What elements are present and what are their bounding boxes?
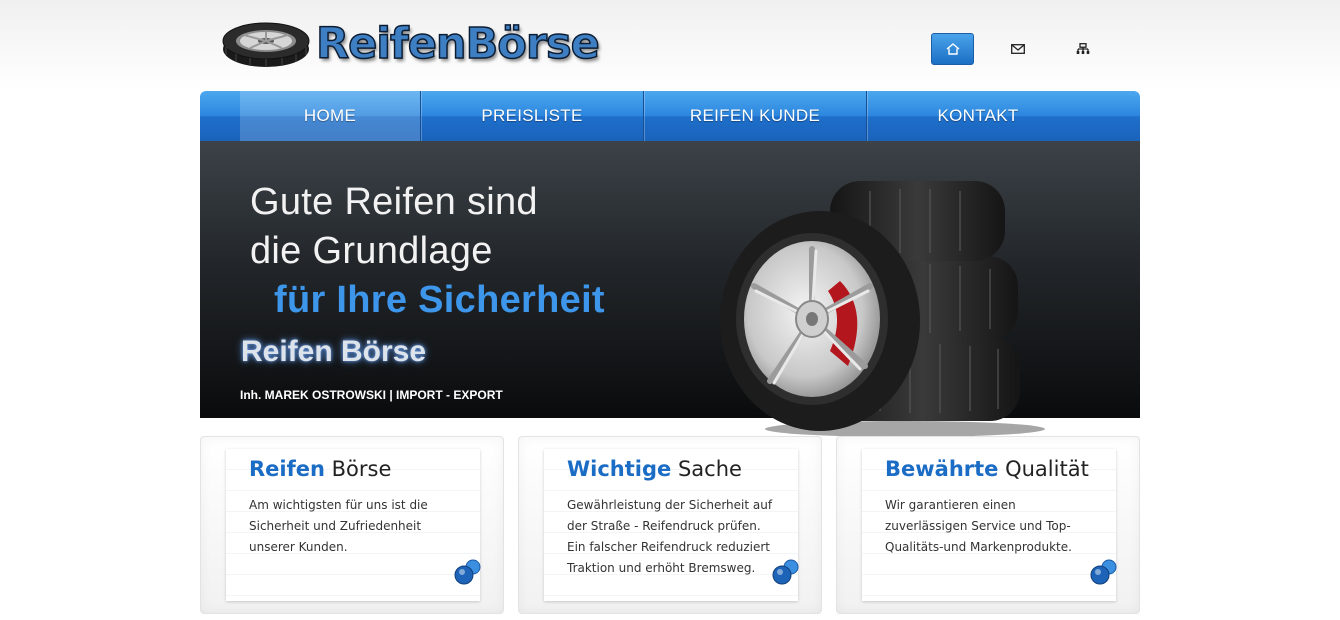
pushpin-icon [454, 559, 481, 585]
tire-logo-icon [222, 19, 310, 69]
nav-item-home[interactable]: HOME [240, 91, 420, 146]
info-card-bewaehrte-qualitaet: Bewährte Qualität Wir garantieren einen … [836, 436, 1140, 614]
hero-headline-line-2: die Grundlage [250, 230, 493, 272]
card-title-highlight: Bewährte [885, 457, 999, 481]
card-title-rest: Börse [324, 457, 392, 481]
pushpin-icon [1090, 559, 1117, 585]
card-text: Am wichtigsten für uns ist die Sicherhei… [249, 498, 428, 554]
hero-headline-line-1: Gute Reifen sind [250, 181, 538, 223]
card-title: Wichtige Sache [567, 457, 742, 481]
card-text: Gewährleistung der Sicherheit auf der St… [567, 498, 773, 575]
hero-banner: Gute Reifen sind die Grundlage für Ihre … [200, 141, 1140, 436]
nav-item-kontakt[interactable]: KONTAKT [867, 91, 1089, 141]
card-title-highlight: Wichtige [567, 457, 672, 481]
logo-text: ReifenBörse [315, 18, 600, 70]
card-title: Bewährte Qualität [885, 457, 1089, 481]
mail-icon-button[interactable] [996, 33, 1039, 65]
tire-stack-image [720, 181, 1045, 436]
info-card-reifen-boerse: Reifen Börse Am wichtigsten für uns ist … [200, 436, 504, 614]
site-logo[interactable]: ReifenBörse [222, 14, 601, 74]
nav-item-label: KONTAKT [937, 106, 1019, 125]
mail-icon [1010, 44, 1025, 54]
nav-item-label: HOME [303, 106, 357, 125]
pushpin-icon [772, 559, 799, 585]
nav-item-reifen-kunde[interactable]: REIFEN KUNDE [644, 91, 866, 141]
home-icon-button[interactable] [931, 33, 974, 65]
hero-owner-line: Inh. MAREK OSTROWSKI | IMPORT - EXPORT [240, 388, 503, 402]
sitemap-icon-button[interactable] [1061, 33, 1104, 65]
nav-item-label: PREISLISTE [481, 106, 583, 125]
sitemap-icon [1076, 43, 1089, 54]
card-text: Wir garantieren einen zuverlässigen Serv… [885, 498, 1072, 554]
hero-headline-line-3: für Ihre Sicherheit [274, 279, 605, 321]
top-icon-bar [931, 33, 1104, 65]
card-title: Reifen Börse [249, 457, 391, 481]
card-title-highlight: Reifen [249, 457, 325, 481]
nav-item-label: REIFEN KUNDE [689, 106, 821, 125]
card-title-rest: Sache [671, 457, 742, 481]
home-icon [946, 43, 959, 55]
hero-brand-name: Reifen Börse [241, 335, 427, 368]
info-card-wichtige-sache: Wichtige Sache Gewährleistung der Sicher… [518, 436, 822, 614]
main-navigation: HOME PREISLISTE REIFEN KUNDE KONTAKT [200, 91, 1140, 146]
card-title-rest: Qualität [998, 457, 1089, 481]
nav-item-preisliste[interactable]: PREISLISTE [421, 91, 643, 141]
